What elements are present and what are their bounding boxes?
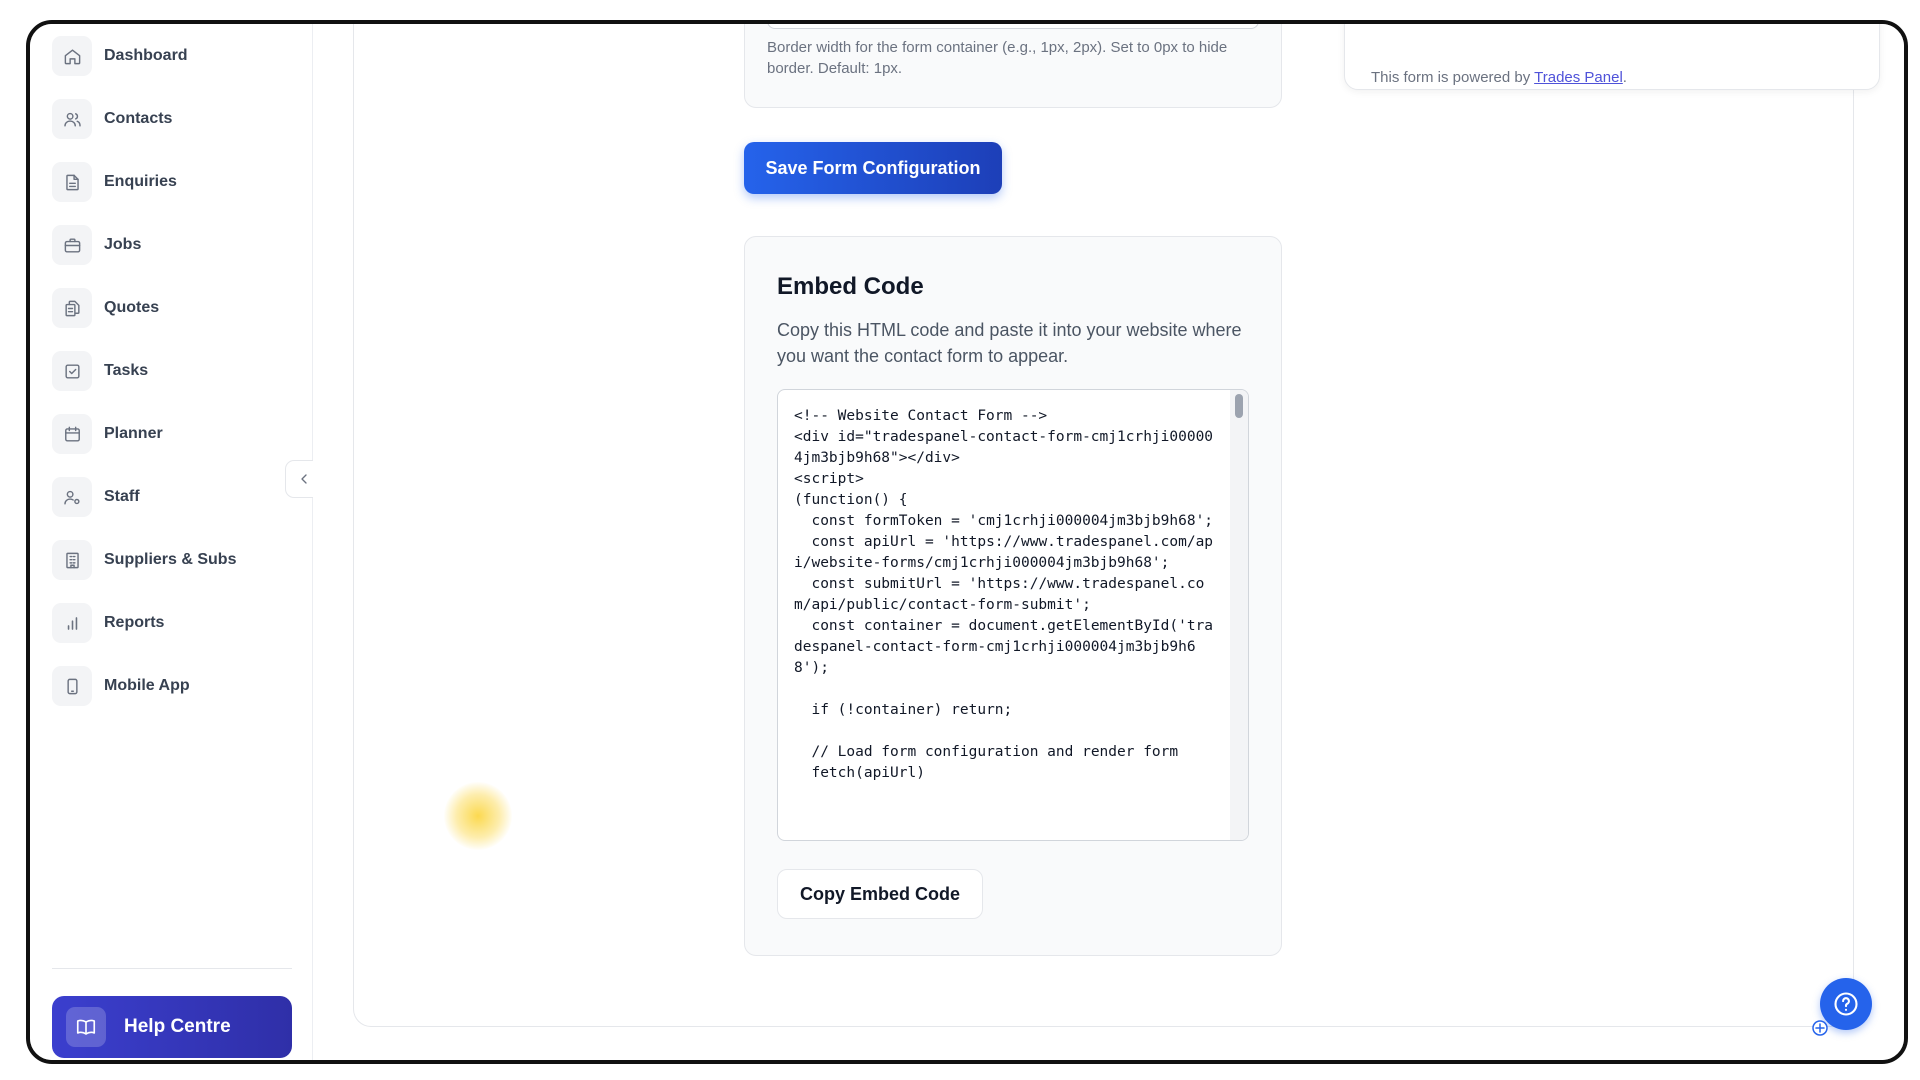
sidebar-item-contacts[interactable]: Contacts bbox=[52, 97, 292, 141]
home-icon bbox=[52, 36, 92, 76]
embed-code-content: <!-- Website Contact Form --> <div id="t… bbox=[794, 408, 1214, 781]
sidebar-item-staff[interactable]: Staff bbox=[52, 475, 292, 519]
building-icon bbox=[52, 540, 92, 580]
sidebar-item-dashboard[interactable]: Dashboard bbox=[52, 34, 292, 78]
question-icon bbox=[1834, 992, 1858, 1016]
sidebar-item-enquiries[interactable]: Enquiries bbox=[52, 160, 292, 204]
sidebar-item-quotes[interactable]: Quotes bbox=[52, 286, 292, 330]
powered-by-prefix: This form is powered by bbox=[1371, 69, 1535, 86]
sidebar-item-jobs[interactable]: Jobs bbox=[52, 223, 292, 267]
files-icon bbox=[52, 288, 92, 328]
embed-code-textarea[interactable]: <!-- Website Contact Form --> <div id="t… bbox=[777, 389, 1249, 841]
sidebar-item-tasks[interactable]: Tasks bbox=[52, 349, 292, 393]
sidebar-item-label: Mobile App bbox=[104, 677, 190, 694]
help-centre-button[interactable]: Help Centre bbox=[52, 996, 292, 1058]
copy-embed-code-button[interactable]: Copy Embed Code bbox=[777, 869, 983, 919]
sidebar-item-label: Suppliers & Subs bbox=[104, 551, 237, 568]
preview-submit-bar bbox=[1371, 20, 1853, 23]
user-settings-icon bbox=[52, 477, 92, 517]
help-centre-label: Help Centre bbox=[124, 1016, 231, 1037]
sidebar-item-label: Quotes bbox=[104, 299, 160, 316]
briefcase-icon bbox=[52, 225, 92, 265]
sidebar-item-label: Contacts bbox=[104, 110, 173, 127]
save-form-configuration-button[interactable]: Save Form Configuration bbox=[744, 142, 1002, 194]
bar-chart-icon bbox=[52, 603, 92, 643]
embed-code-description: Copy this HTML code and paste it into yo… bbox=[777, 320, 1242, 366]
sidebar-item-mobile-app[interactable]: Mobile App bbox=[52, 664, 292, 708]
form-preview-card: This form is powered by Trades Panel. bbox=[1344, 20, 1880, 90]
phone-icon bbox=[52, 666, 92, 706]
embed-code-title: Embed Code bbox=[777, 273, 924, 300]
border-width-input[interactable]: 1px bbox=[767, 24, 1259, 29]
sidebar: Dashboard Contacts Enquiries Jobs Quotes bbox=[30, 24, 313, 1060]
document-icon bbox=[52, 162, 92, 202]
trades-panel-link[interactable]: Trades Panel bbox=[1534, 69, 1623, 86]
border-width-hint: Border width for the form container (e.g… bbox=[767, 39, 1228, 77]
sidebar-item-reports[interactable]: Reports bbox=[52, 601, 292, 645]
sidebar-item-label: Enquiries bbox=[104, 173, 177, 190]
sidebar-item-label: Jobs bbox=[104, 236, 142, 253]
embed-code-card: Embed Code Copy this HTML code and paste… bbox=[744, 236, 1282, 956]
users-icon bbox=[52, 99, 92, 139]
code-scrollbar[interactable] bbox=[1230, 390, 1248, 840]
powered-by-text: This form is powered by Trades Panel. bbox=[1371, 69, 1627, 86]
book-icon bbox=[66, 1007, 106, 1047]
code-scrollbar-thumb[interactable] bbox=[1235, 394, 1243, 418]
sidebar-divider bbox=[52, 968, 292, 969]
chevron-left-icon bbox=[301, 474, 307, 484]
sidebar-item-label: Staff bbox=[104, 488, 140, 505]
checkbox-icon bbox=[52, 351, 92, 391]
sidebar-item-label: Tasks bbox=[104, 362, 149, 379]
app-window: Dashboard Contacts Enquiries Jobs Quotes bbox=[26, 20, 1908, 1064]
border-width-field-card: 1px Border width for the form container … bbox=[744, 24, 1282, 108]
move-icon bbox=[1812, 1020, 1828, 1036]
sidebar-item-label: Planner bbox=[104, 425, 163, 442]
sidebar-item-planner[interactable]: Planner bbox=[52, 412, 292, 456]
sidebar-item-suppliers[interactable]: Suppliers & Subs bbox=[52, 538, 292, 582]
main-content: 1px Border width for the form container … bbox=[313, 24, 1904, 1060]
powered-by-suffix: . bbox=[1622, 69, 1627, 86]
sidebar-item-label: Dashboard bbox=[104, 47, 188, 64]
content-panel: 1px Border width for the form container … bbox=[353, 24, 1880, 1027]
sidebar-item-label: Reports bbox=[104, 614, 165, 631]
calendar-icon bbox=[52, 414, 92, 454]
